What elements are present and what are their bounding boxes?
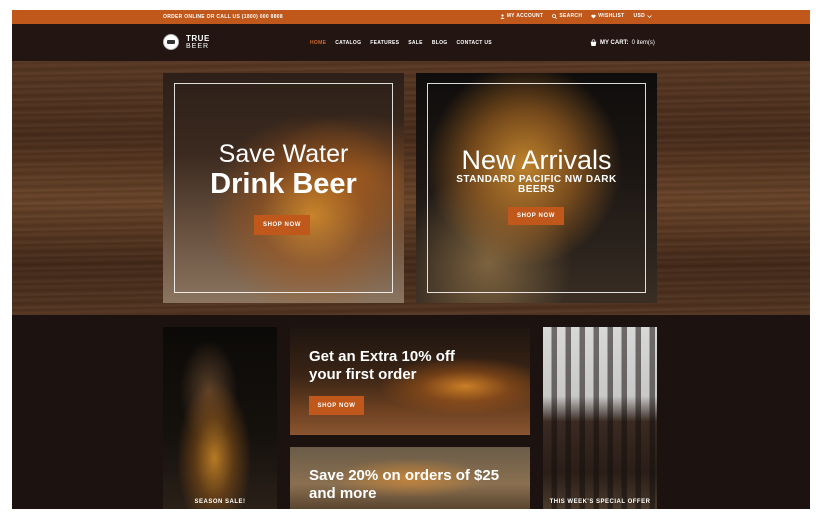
cart-link[interactable]: MY CART: 0 item(s) <box>590 39 655 46</box>
special-offer-tile[interactable]: THIS WEEK'S SPECIAL OFFER <box>543 327 657 509</box>
nav-item-home[interactable]: HOME <box>310 40 326 46</box>
chevron-down-icon <box>647 14 652 18</box>
nav-item-blog[interactable]: BLOG <box>432 40 448 46</box>
shop-now-button[interactable]: SHOP NOW <box>254 215 310 235</box>
season-sale-caption: SEASON SALE! <box>194 499 246 505</box>
promo-section: SEASON SALE! Get an Extra 10% off your f… <box>12 315 810 509</box>
logo-line1: TRUE <box>186 34 210 43</box>
cart-label: MY CART: <box>600 39 629 46</box>
cart-bag-icon <box>590 39 597 46</box>
nav-item-catalog[interactable]: CATALOG <box>335 40 361 46</box>
special-offer-caption: THIS WEEK'S SPECIAL OFFER <box>549 499 651 505</box>
search-icon <box>552 13 558 19</box>
wishlist-label: WISHLIST <box>598 13 625 19</box>
banner-heading-line2: Drink Beer <box>210 168 357 200</box>
order-phone-text: ORDER ONLINE OR CALL US (1800) 000 8808 <box>163 14 283 20</box>
my-account-link[interactable]: MY ACCOUNT <box>500 13 544 19</box>
wishlist-link[interactable]: WISHLIST <box>591 13 624 19</box>
site-header: TRUE BEER HOME CATALOG FEATURES SALE BLO… <box>12 24 810 61</box>
page-frame: ORDER ONLINE OR CALL US (1800) 000 8808 … <box>12 10 810 509</box>
extra-discount-heading: Get an Extra 10% off your first order <box>309 348 455 383</box>
shop-now-button[interactable]: SHOP NOW <box>508 207 564 225</box>
banner-new-arrivals[interactable]: New Arrivals STANDARD PACIFIC NW DARK BE… <box>416 73 657 303</box>
nav-item-contact-us[interactable]: CONTACT US <box>456 40 491 46</box>
my-account-label: MY ACCOUNT <box>506 13 544 19</box>
extra-discount-tile[interactable]: Get an Extra 10% off your first order SH… <box>290 327 530 435</box>
search-link[interactable]: SEARCH <box>552 13 582 19</box>
banner-heading-line1: New Arrivals <box>461 145 612 175</box>
top-links: MY ACCOUNT SEARCH WISHLIST USD <box>500 13 652 19</box>
banner-heading-line1: Save Water <box>218 140 349 168</box>
nav-item-sale[interactable]: SALE <box>408 40 423 46</box>
user-icon <box>500 13 505 19</box>
currency-selector[interactable]: USD <box>634 13 652 19</box>
nav-item-features[interactable]: FEATURES <box>370 40 399 46</box>
heart-icon <box>591 14 596 18</box>
logo[interactable]: TRUE BEER <box>186 35 210 51</box>
search-label: SEARCH <box>559 13 583 19</box>
banner-save-water[interactable]: Save Water Drink Beer SHOP NOW <box>163 73 404 303</box>
shop-now-button[interactable]: SHOP NOW <box>309 396 364 415</box>
logo-badge-icon[interactable] <box>163 34 179 50</box>
banner-subheading: STANDARD PACIFIC NW DARK BEERS <box>456 174 617 195</box>
top-bar: ORDER ONLINE OR CALL US (1800) 000 8808 … <box>12 10 810 24</box>
cart-count: 0 item(s) <box>631 39 655 46</box>
save-20-tile[interactable]: Save 20% on orders of $25 and more <box>290 447 530 509</box>
logo-line2: BEER <box>186 43 210 50</box>
save-20-heading: Save 20% on orders of $25 and more <box>309 467 500 502</box>
currency-label: USD <box>633 13 645 19</box>
season-sale-tile[interactable]: SEASON SALE! <box>163 327 277 509</box>
main-nav: HOME CATALOG FEATURES SALE BLOG CONTACT … <box>310 40 492 46</box>
hero-section: Save Water Drink Beer SHOP NOW New Arriv… <box>12 61 810 315</box>
